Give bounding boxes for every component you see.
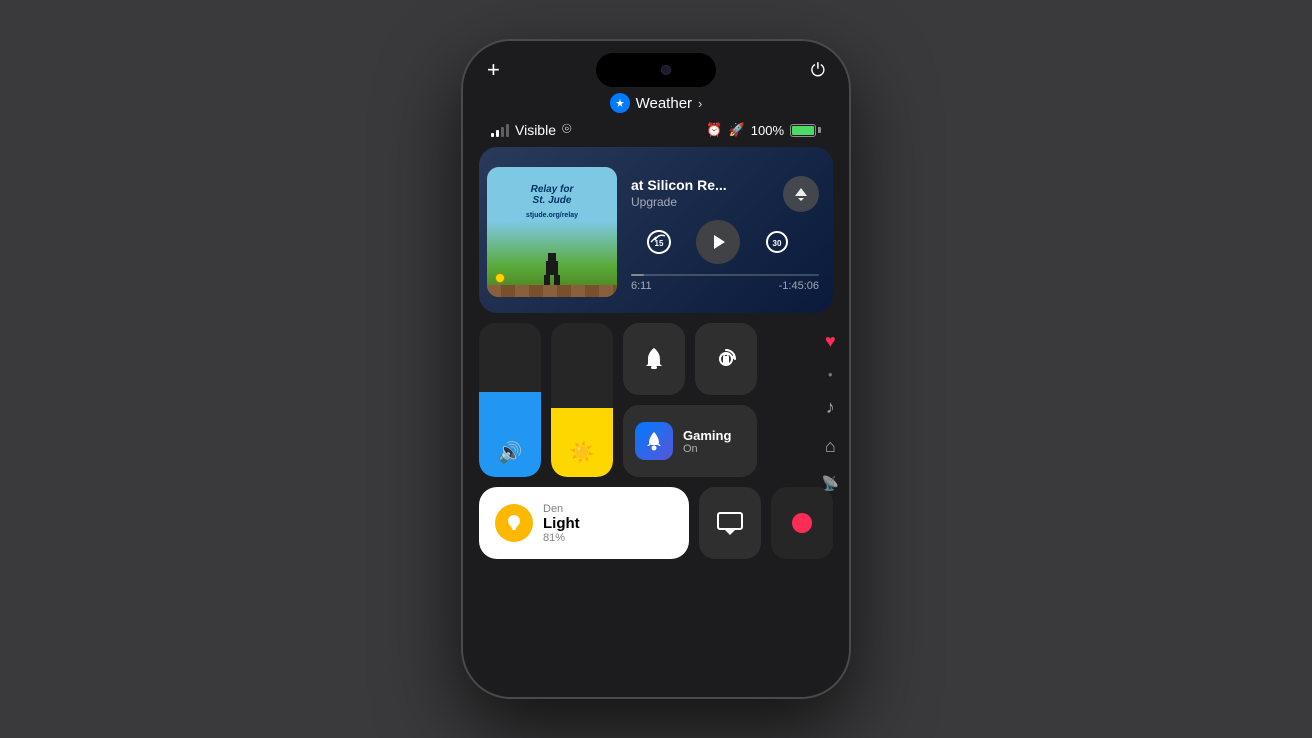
screen-mirror-button[interactable] [699, 487, 761, 559]
gaming-title: Gaming [683, 428, 731, 443]
top-bar-left: + [487, 59, 500, 81]
airplay-button[interactable] [783, 176, 819, 212]
podcast-header: at Silicon Re... Upgrade [631, 176, 819, 212]
bottom-row: Den Light 81% [463, 487, 849, 559]
light-text: Den Light 81% [543, 503, 580, 544]
lock-rotation-icon [713, 346, 739, 372]
weather-chevron-icon: › [698, 96, 702, 111]
artwork-url-text: stjude.org/relay [487, 212, 617, 219]
progress-times: 6:11 -1:45:06 [631, 280, 819, 292]
podcast-info-area: at Silicon Re... Upgrade [625, 172, 819, 292]
radio-icon[interactable]: 📡 [822, 475, 839, 492]
rocket-gaming-icon [643, 430, 665, 452]
time-current: 6:11 [631, 280, 652, 292]
battery-icon [790, 124, 821, 137]
skip-back-button[interactable]: 15 [640, 223, 678, 261]
light-room: Den [543, 503, 580, 515]
bell-icon [641, 346, 667, 372]
signal-bars-icon [491, 123, 509, 137]
light-percent: 81% [543, 532, 580, 544]
phone-frame: + ⏻ Weather › [461, 39, 851, 699]
record-dot-icon [792, 513, 812, 533]
alarm-icon: ⏰ [706, 122, 722, 138]
lamp-icon [503, 512, 525, 534]
podcast-episode-title: at Silicon Re... [631, 176, 727, 194]
screen-mirror-icon [716, 509, 744, 537]
cc-grid: 🔊 ☀️ [479, 323, 833, 477]
battery-percentage: 100% [751, 123, 784, 138]
podcast-controls: 15 30 [631, 212, 819, 270]
right-side-icons: ♥ ● ♪ ⌂ 📡 [822, 323, 839, 492]
weather-app-icon [610, 93, 630, 113]
signal-bar-3 [501, 127, 504, 137]
progress-bar [631, 274, 819, 276]
add-button[interactable]: + [487, 59, 500, 81]
time-remaining: -1:45:06 [779, 280, 819, 292]
home-icon[interactable]: ⌂ [825, 436, 836, 457]
status-right: ⏰ 🚀 100% [706, 122, 821, 138]
podcast-action-label: Upgrade [631, 195, 727, 209]
podcast-progress[interactable]: 6:11 -1:45:06 [631, 270, 819, 292]
gaming-text: Gaming On [683, 428, 731, 455]
gaming-focus-button[interactable]: Gaming On [623, 405, 757, 477]
podcast-top: Relay forSt. Jude stjude.org/relay [479, 147, 833, 313]
battery-tip [818, 127, 821, 133]
volume-control[interactable]: 🔊 [479, 323, 541, 477]
podcast-artwork: Relay forSt. Jude stjude.org/relay [487, 167, 617, 297]
artwork-title-text: Relay forSt. Jude [525, 176, 580, 208]
podcast-player-card[interactable]: Relay forSt. Jude stjude.org/relay [479, 147, 833, 313]
svg-text:15: 15 [655, 239, 664, 248]
signal-bar-2 [496, 130, 499, 137]
dot-indicator: ● [828, 370, 833, 379]
silent-mode-button[interactable] [623, 323, 685, 395]
control-center: 🔊 ☀️ [463, 323, 849, 477]
gaming-status: On [683, 443, 731, 455]
brightness-icon: ☀️ [570, 440, 595, 465]
light-control[interactable]: Den Light 81% [479, 487, 689, 559]
skip-forward-button[interactable]: 30 [758, 223, 796, 261]
status-left: Visible ⌾ [491, 121, 572, 139]
gaming-icon [635, 422, 673, 460]
power-button[interactable]: ⏻ [811, 60, 825, 81]
status-bar: Visible ⌾ ⏰ 🚀 100% [463, 119, 849, 147]
play-pause-button[interactable] [696, 220, 740, 264]
dynamic-island [596, 53, 716, 87]
weather-notification-bar[interactable]: Weather › [463, 85, 849, 119]
signal-bar-1 [491, 133, 494, 137]
battery-fill [792, 126, 814, 135]
health-icon[interactable]: ♥ [825, 331, 836, 352]
weather-label: Weather [636, 95, 692, 112]
artwork-inner: Relay forSt. Jude stjude.org/relay [487, 167, 617, 297]
light-name: Light [543, 515, 580, 532]
camera-dot [661, 65, 671, 75]
battery-body [790, 124, 816, 137]
carrier-name: Visible [515, 122, 556, 138]
progress-fill [631, 274, 644, 276]
rotation-lock-button[interactable] [695, 323, 757, 395]
screen-record-button[interactable] [771, 487, 833, 559]
phone-screen: + ⏻ Weather › [463, 41, 849, 697]
rocket-icon: 🚀 [729, 122, 745, 138]
svg-text:30: 30 [773, 239, 782, 248]
music-icon[interactable]: ♪ [826, 397, 835, 418]
light-icon [495, 504, 533, 542]
wifi-icon: ⌾ [562, 121, 572, 139]
brightness-control[interactable]: ☀️ [551, 323, 613, 477]
signal-bar-4 [506, 124, 509, 137]
podcast-info: at Silicon Re... Upgrade [631, 176, 727, 209]
volume-icon: 🔊 [498, 440, 523, 465]
